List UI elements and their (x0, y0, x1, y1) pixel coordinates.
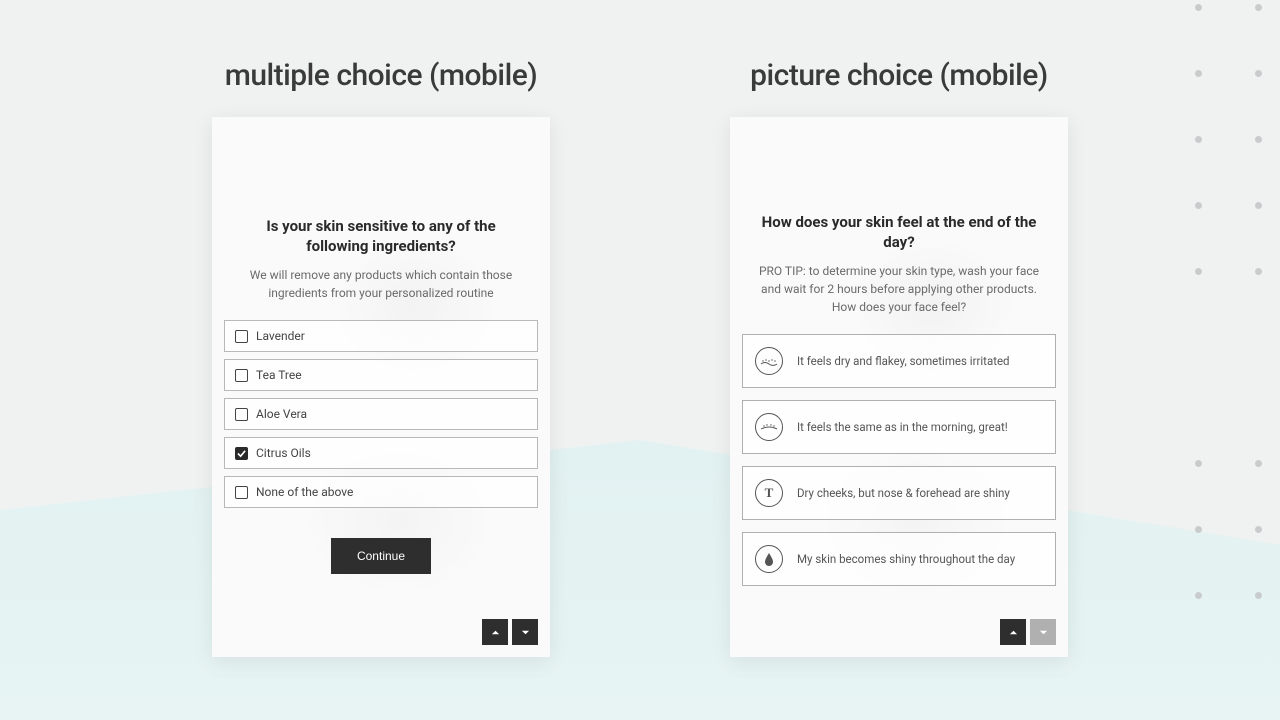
nav-up-button[interactable] (482, 619, 508, 645)
question-text: How does your skin feel at the end of th… (742, 213, 1056, 252)
checkbox-checked-icon (235, 447, 248, 460)
option-label: Citrus Oils (256, 446, 311, 460)
right-heading: picture choice (mobile) (750, 58, 1048, 93)
main-container: multiple choice (mobile) Is your skin se… (0, 0, 1280, 657)
pic-option-label: Dry cheeks, but nose & forehead are shin… (797, 486, 1010, 500)
nav-arrows (482, 619, 538, 645)
nav-up-button[interactable] (1000, 619, 1026, 645)
option-label: Lavender (256, 329, 305, 343)
pic-option-label: My skin becomes shiny throughout the day (797, 552, 1015, 566)
option-citrus-oils[interactable]: Citrus Oils (224, 437, 538, 469)
checkbox-icon (235, 408, 248, 421)
options-list: Lavender Tea Tree Aloe Vera Cit (224, 320, 538, 508)
pic-option-tzone[interactable]: T Dry cheeks, but nose & forehead are sh… (742, 466, 1056, 520)
oily-skin-icon (755, 545, 783, 573)
pic-option-oily[interactable]: My skin becomes shiny throughout the day (742, 532, 1056, 586)
checkbox-icon (235, 330, 248, 343)
option-label: None of the above (256, 485, 353, 499)
checkbox-icon (235, 369, 248, 382)
continue-button[interactable]: Continue (331, 538, 431, 574)
option-tea-tree[interactable]: Tea Tree (224, 359, 538, 391)
tzone-skin-icon: T (755, 479, 783, 507)
option-none[interactable]: None of the above (224, 476, 538, 508)
picture-options-list: It feels dry and flakey, sometimes irrit… (742, 334, 1056, 586)
phone-picture-choice: How does your skin feel at the end of th… (730, 117, 1068, 657)
pic-option-dry[interactable]: It feels dry and flakey, sometimes irrit… (742, 334, 1056, 388)
checkbox-icon (235, 486, 248, 499)
question-subtext: We will remove any products which contai… (224, 266, 538, 302)
normal-skin-icon (755, 413, 783, 441)
dry-skin-icon (755, 347, 783, 375)
nav-down-button-disabled[interactable] (1030, 619, 1056, 645)
nav-down-button[interactable] (512, 619, 538, 645)
option-lavender[interactable]: Lavender (224, 320, 538, 352)
option-label: Tea Tree (256, 368, 302, 382)
phone-multiple-choice: Is your skin sensitive to any of the fol… (212, 117, 550, 657)
option-aloe-vera[interactable]: Aloe Vera (224, 398, 538, 430)
question-text: Is your skin sensitive to any of the fol… (224, 217, 538, 256)
question-subtext: PRO TIP: to determine your skin type, wa… (742, 262, 1056, 316)
pic-option-label: It feels the same as in the morning, gre… (797, 420, 1008, 434)
nav-arrows (1000, 619, 1056, 645)
left-column: multiple choice (mobile) Is your skin se… (212, 58, 550, 657)
pic-option-normal[interactable]: It feels the same as in the morning, gre… (742, 400, 1056, 454)
left-heading: multiple choice (mobile) (225, 58, 538, 93)
option-label: Aloe Vera (256, 407, 307, 421)
svg-text:T: T (765, 485, 774, 500)
right-column: picture choice (mobile) How does your sk… (730, 58, 1068, 657)
pic-option-label: It feels dry and flakey, sometimes irrit… (797, 354, 1010, 368)
